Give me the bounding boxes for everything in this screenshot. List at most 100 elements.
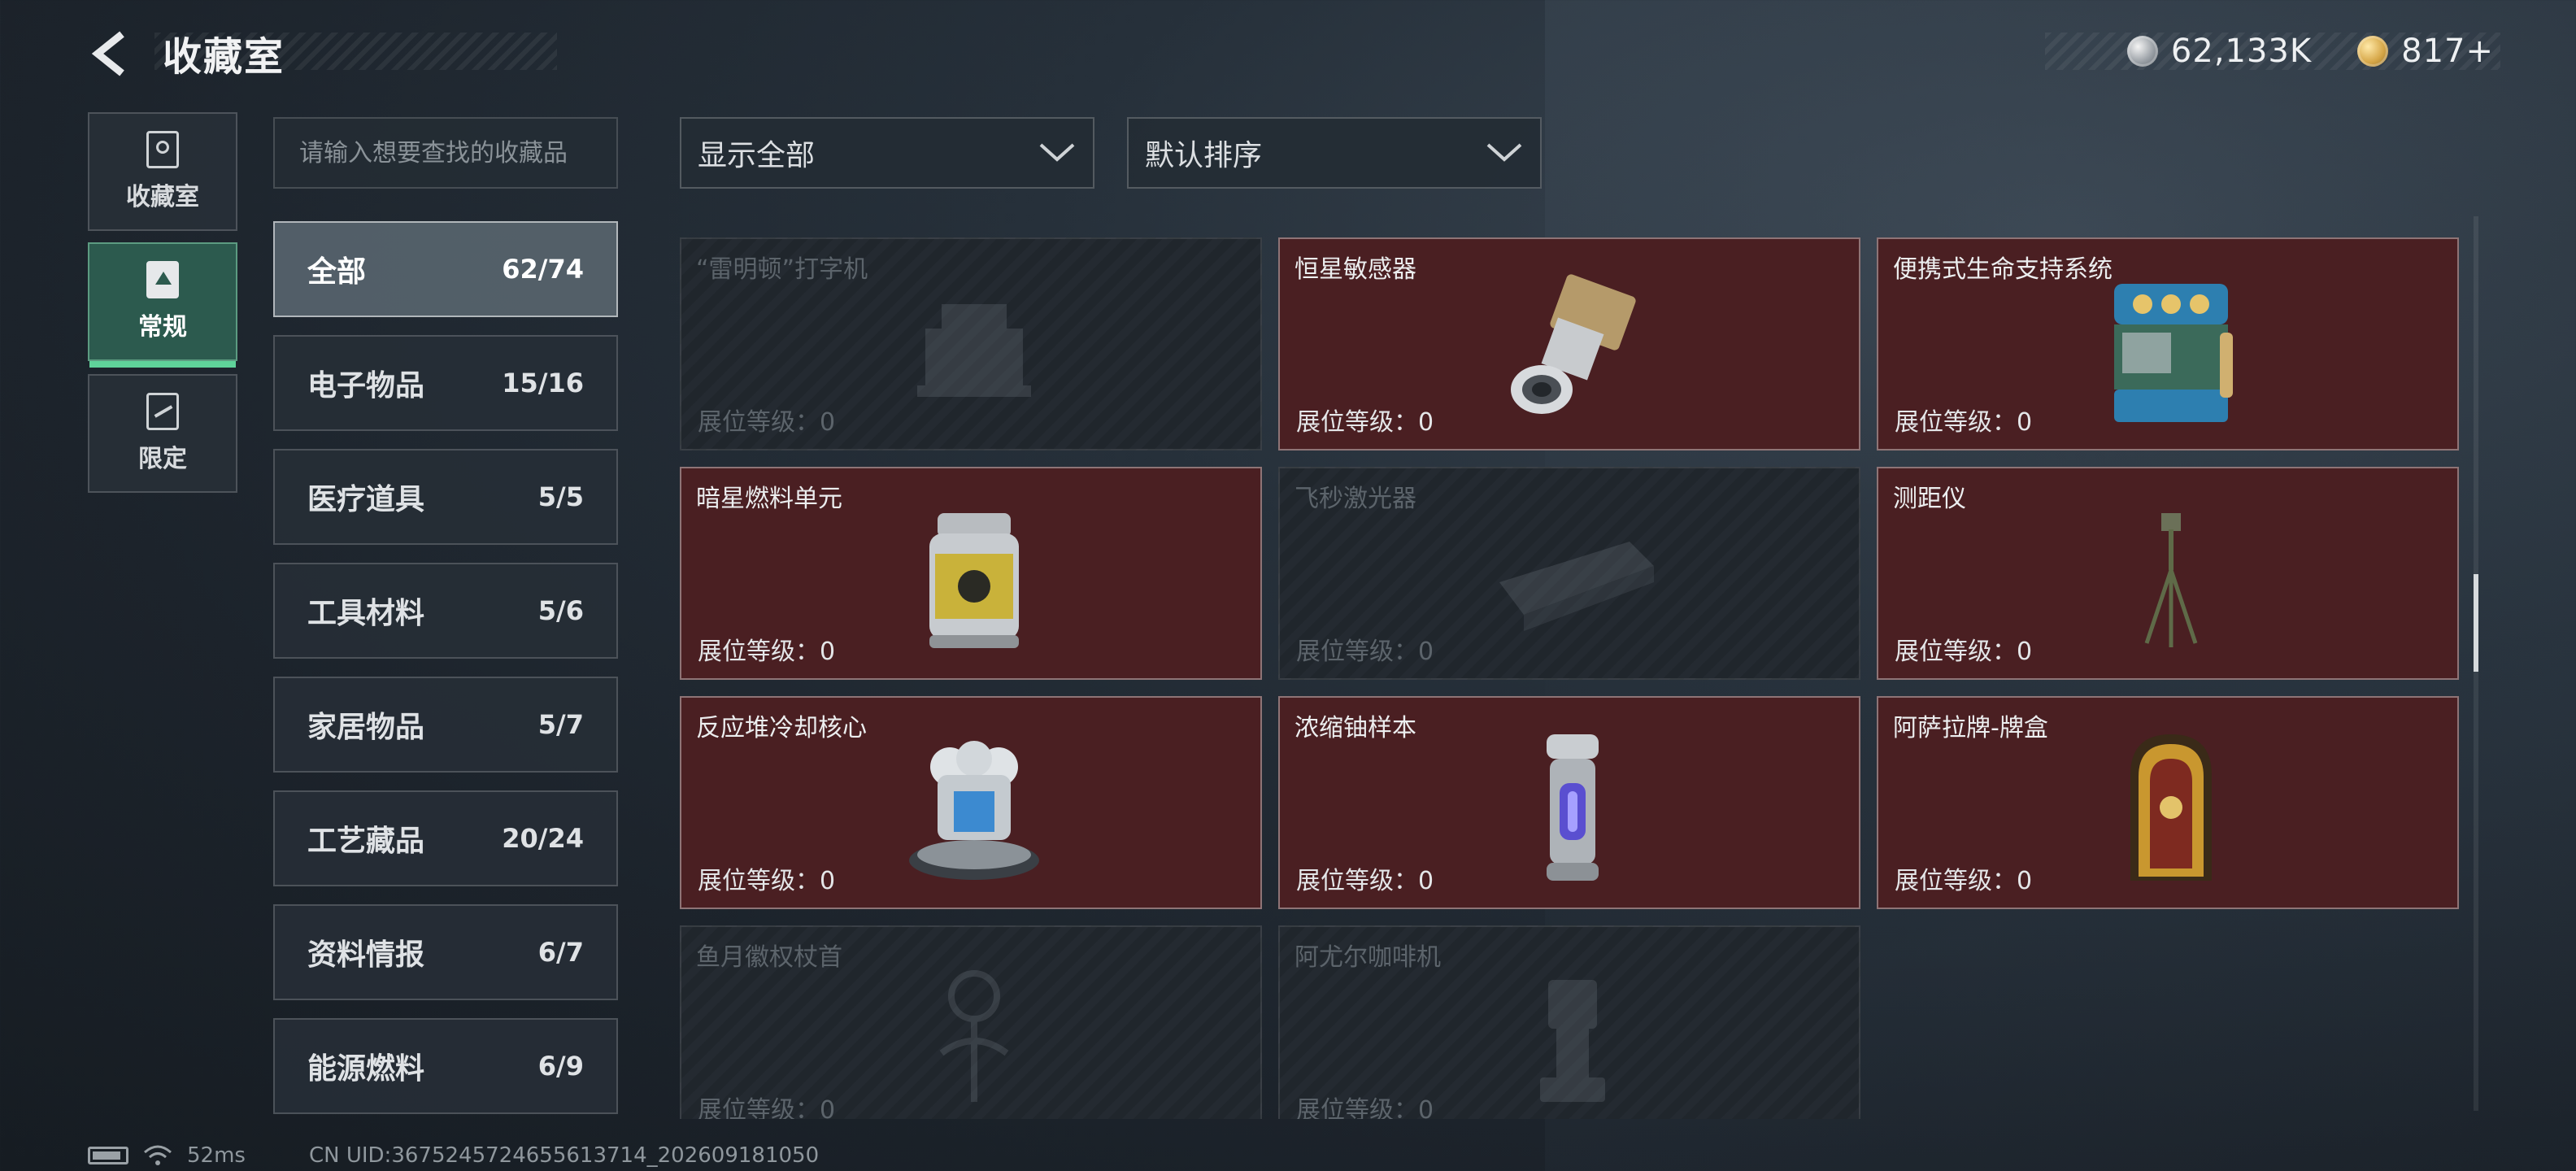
item-name: 阿萨拉牌-牌盒 (1893, 714, 2048, 742)
item-level: 展位等级：0 (1296, 867, 1434, 895)
category-name: 全部 (307, 255, 367, 289)
mode-tab-label: 限定 (138, 445, 187, 473)
collection-card[interactable]: 阿萨拉牌-牌盒 展位等级：0 (1877, 696, 2459, 909)
mode-tab-regular[interactable]: 常规 (88, 242, 237, 368)
search-box[interactable] (273, 117, 618, 189)
search-input[interactable] (299, 138, 616, 168)
item-level: 展位等级：0 (1895, 867, 2033, 895)
player-uid: CN UID:3675245724655613714_202609181050 (308, 1143, 820, 1168)
item-name: 便携式生命支持系统 (1893, 255, 2113, 284)
collection-card[interactable]: 测距仪 展位等级：0 (1877, 467, 2459, 680)
chevron-down-icon (1486, 143, 1522, 162)
sort-value: 默认排序 (1145, 139, 1263, 172)
collection-card[interactable]: 阿尤尔咖啡机 展位等级：0 (1278, 925, 1860, 1119)
currency-bar: 62,133K 817+ (2045, 33, 2500, 70)
category-count: 15/16 (502, 368, 584, 398)
category-medical[interactable]: 医疗道具 5/5 (273, 449, 618, 545)
category-name: 家居物品 (307, 711, 425, 744)
collection-card[interactable]: 鱼月徽权杖首 展位等级：0 (680, 925, 1262, 1119)
collection-card[interactable]: 反应堆冷却核心 展位等级：0 (680, 696, 1262, 909)
category-count: 6/9 (537, 1051, 584, 1082)
item-name: 鱼月徽权杖首 (696, 943, 842, 972)
collection-card[interactable]: 恒星敏感器 展位等级：0 (1278, 237, 1860, 451)
active-tab-indicator (89, 361, 236, 368)
fuel-canister-icon (885, 493, 1064, 664)
item-name: 浓缩铀样本 (1295, 714, 1416, 742)
uranium-sample-icon (1483, 722, 1662, 893)
typewriter-icon (885, 263, 1064, 434)
wifi-icon (144, 1145, 172, 1165)
scepter-head-icon (885, 951, 1064, 1119)
item-level: 展位等级：0 (1296, 1096, 1434, 1119)
coffee-machine-icon (1483, 951, 1662, 1119)
category-electronics[interactable]: 电子物品 15/16 (273, 335, 618, 431)
item-name: 恒星敏感器 (1295, 255, 1416, 284)
chevron-down-icon (1039, 143, 1075, 162)
star-sensor-icon (1483, 263, 1662, 434)
page-title: 收藏室 (163, 34, 285, 80)
battery-icon (88, 1147, 128, 1164)
scrollbar-thumb[interactable] (2474, 574, 2478, 672)
category-name: 医疗道具 (307, 483, 425, 516)
item-level: 展位等级：0 (1296, 408, 1434, 437)
back-button[interactable] (88, 29, 137, 78)
collection-card[interactable]: 便携式生命支持系统 展位等级：0 (1877, 237, 2459, 451)
category-energy[interactable]: 能源燃料 6/9 (273, 1018, 618, 1114)
item-name: “雷明顿”打字机 (696, 255, 868, 284)
laser-icon (1483, 493, 1662, 664)
item-name: 阿尤尔咖啡机 (1295, 943, 1441, 972)
item-level: 展位等级：0 (1895, 408, 2033, 437)
grid-scrollbar[interactable] (2474, 216, 2478, 1111)
vault-icon (146, 131, 179, 168)
category-name: 电子物品 (307, 369, 425, 403)
category-count: 5/7 (537, 709, 584, 740)
item-name: 暗星燃料单元 (696, 485, 842, 513)
category-crafts[interactable]: 工艺藏品 20/24 (273, 790, 618, 886)
mode-tab-vault[interactable]: 收藏室 (88, 112, 237, 231)
rangefinder-icon (2082, 493, 2261, 664)
category-name: 资料情报 (307, 938, 425, 972)
status-footer: 52ms CN UID:3675245724655613714_20260918… (88, 1143, 819, 1168)
item-name: 测距仪 (1893, 485, 1966, 513)
collection-card[interactable]: 暗星燃料单元 展位等级：0 (680, 467, 1262, 680)
mode-tab-limited[interactable]: 限定 (88, 374, 237, 493)
category-name: 能源燃料 (307, 1052, 425, 1086)
card-box-icon (2082, 722, 2261, 893)
silver-currency-value: 62,133K (2170, 33, 2313, 70)
category-count: 6/7 (537, 937, 584, 968)
collection-grid: “雷明顿”打字机 展位等级：0 恒星敏感器 展位等级：0 便携式生命支持系统 展… (680, 216, 2461, 1119)
collection-card[interactable]: 浓缩铀样本 展位等级：0 (1278, 696, 1860, 909)
gold-currency-value[interactable]: 817+ (2401, 33, 2494, 70)
item-level: 展位等级：0 (698, 638, 836, 666)
mode-tab-label: 收藏室 (126, 183, 199, 211)
category-all[interactable]: 全部 62/74 (273, 221, 618, 317)
item-level: 展位等级：0 (698, 867, 836, 895)
collection-card-icon (146, 261, 179, 298)
sort-dropdown[interactable]: 默认排序 (1127, 117, 1542, 189)
category-count: 20/24 (502, 823, 584, 854)
display-filter-value: 显示全部 (698, 139, 816, 172)
item-level: 展位等级：0 (1296, 638, 1434, 666)
category-name: 工具材料 (307, 597, 425, 630)
category-tools[interactable]: 工具材料 5/6 (273, 563, 618, 659)
collection-card[interactable]: 飞秒激光器 展位等级：0 (1278, 467, 1860, 680)
back-arrow-icon (91, 31, 124, 76)
category-name: 工艺藏品 (307, 825, 425, 858)
item-level: 展位等级：0 (698, 1096, 836, 1119)
collection-card[interactable]: “雷明顿”打字机 展位等级：0 (680, 237, 1262, 451)
item-level: 展位等级：0 (1895, 638, 2033, 666)
category-count: 62/74 (502, 254, 584, 285)
item-level: 展位等级：0 (698, 408, 836, 437)
category-count: 5/5 (537, 481, 584, 512)
ping-value: 52ms (187, 1143, 246, 1168)
limited-card-icon (146, 393, 179, 430)
life-support-icon (2082, 263, 2261, 434)
display-filter-dropdown[interactable]: 显示全部 (680, 117, 1094, 189)
category-household[interactable]: 家居物品 5/7 (273, 677, 618, 773)
gold-coin-icon (2357, 36, 2389, 67)
reactor-core-icon (885, 722, 1064, 893)
silver-coin-icon (2126, 36, 2158, 67)
category-intel[interactable]: 资料情报 6/7 (273, 904, 618, 1000)
mode-tab-label: 常规 (138, 313, 187, 342)
item-name: 飞秒激光器 (1295, 485, 1416, 513)
